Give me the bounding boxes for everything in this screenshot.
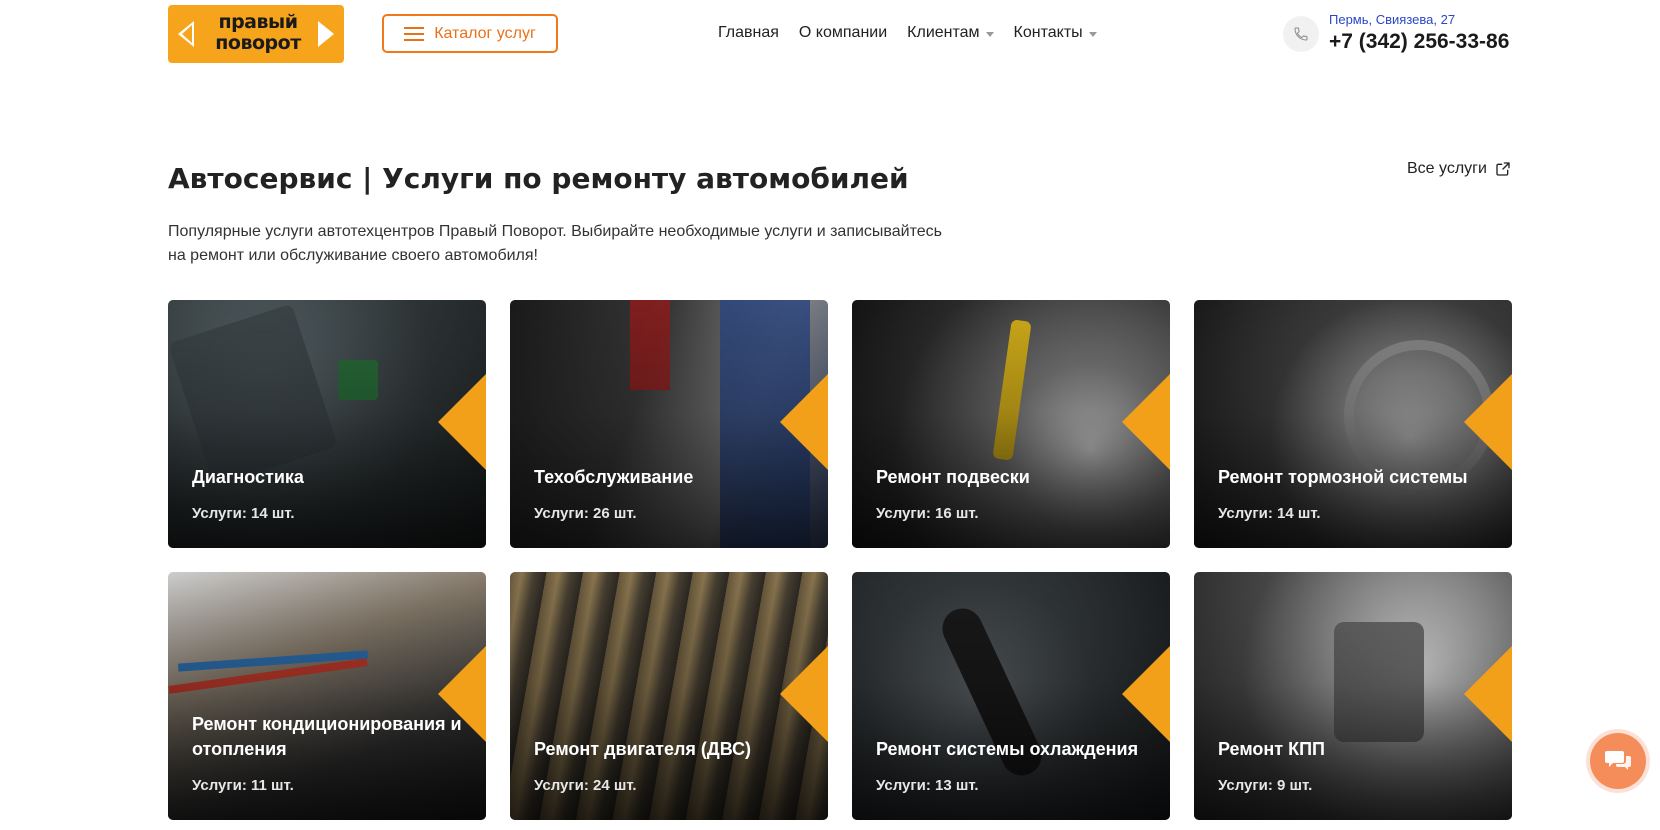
all-services-link[interactable]: Все услуги bbox=[1407, 160, 1511, 178]
card-title: Диагностика bbox=[192, 467, 304, 487]
service-card-cooling[interactable]: Ремонт системы охлаждения Услуги: 13 шт. bbox=[852, 572, 1170, 820]
page-title: Автосервис | Услуги по ремонту автомобил… bbox=[168, 162, 909, 195]
site-header: правый поворот Каталог услуг Главная О к… bbox=[0, 0, 1660, 70]
section-description: Популярные услуги автотехцентров Правый … bbox=[168, 223, 942, 264]
caret-down-icon bbox=[985, 31, 994, 37]
card-count: Услуги: 16 шт. bbox=[876, 505, 979, 522]
nav-label: Контакты bbox=[1013, 24, 1083, 41]
phone-icon[interactable] bbox=[1283, 16, 1319, 52]
card-count: Услуги: 9 шт. bbox=[1218, 777, 1313, 794]
card-count: Услуги: 13 шт. bbox=[876, 777, 979, 794]
external-link-icon bbox=[1496, 162, 1510, 176]
card-title: Ремонт КПП bbox=[1218, 739, 1325, 759]
phone-number[interactable]: +7 (342) 256-33-86 bbox=[1329, 30, 1509, 54]
service-card-engine[interactable]: Ремонт двигателя (ДВС) Услуги: 24 шт. bbox=[510, 572, 828, 820]
card-title: Техобслуживание bbox=[534, 467, 694, 487]
nav-item-contacts[interactable]: Контакты bbox=[1014, 24, 1097, 42]
main-nav: Главная О компании Клиентам Контакты bbox=[718, 24, 1097, 42]
card-title: Ремонт системы охлаждения bbox=[876, 739, 1139, 759]
card-title: Ремонт подвески bbox=[876, 467, 1030, 487]
service-card-suspension[interactable]: Ремонт подвески Услуги: 16 шт. bbox=[852, 300, 1170, 548]
nav-label: Главная bbox=[718, 24, 779, 41]
logo-right-arrow-icon bbox=[318, 21, 334, 47]
chat-icon bbox=[1605, 751, 1631, 770]
catalog-button-label: Каталог услуг bbox=[434, 24, 536, 42]
all-services-label: Все услуги bbox=[1407, 160, 1487, 177]
card-count: Услуги: 14 шт. bbox=[192, 505, 295, 522]
card-count: Услуги: 24 шт. bbox=[534, 777, 637, 794]
card-count: Услуги: 11 шт. bbox=[192, 777, 294, 794]
service-card-gearbox[interactable]: Ремонт КПП Услуги: 9 шт. bbox=[1194, 572, 1512, 820]
address[interactable]: Пермь, Свиязева, 27 bbox=[1329, 12, 1455, 27]
service-card-diagnostics[interactable]: Диагностика Услуги: 14 шт. bbox=[168, 300, 486, 548]
card-title: Ремонт кондиционирования и отопления bbox=[192, 714, 462, 759]
logo[interactable]: правый поворот bbox=[168, 5, 344, 63]
nav-item-about[interactable]: О компании bbox=[799, 24, 887, 42]
card-count: Услуги: 26 шт. bbox=[534, 505, 637, 522]
logo-text: правый поворот bbox=[206, 12, 310, 54]
nav-item-clients[interactable]: Клиентам bbox=[907, 24, 994, 42]
logo-line-1: правый bbox=[218, 11, 298, 33]
nav-label: О компании bbox=[798, 24, 888, 41]
service-card-brakes[interactable]: Ремонт тормозной системы Услуги: 14 шт. bbox=[1194, 300, 1512, 548]
card-title: Ремонт тормозной системы bbox=[1218, 467, 1468, 487]
menu-icon bbox=[404, 26, 425, 41]
nav-label: Клиентам bbox=[907, 24, 980, 41]
card-count: Услуги: 14 шт. bbox=[1218, 505, 1321, 522]
catalog-button[interactable]: Каталог услуг bbox=[382, 14, 558, 53]
logo-left-arrow-icon bbox=[178, 21, 194, 47]
service-card-maintenance[interactable]: Техобслуживание Услуги: 26 шт. bbox=[510, 300, 828, 548]
service-card-air-conditioning[interactable]: Ремонт кондиционирования и отопления Усл… bbox=[168, 572, 486, 820]
nav-item-home[interactable]: Главная bbox=[718, 24, 779, 42]
caret-down-icon bbox=[1088, 31, 1097, 37]
card-title: Ремонт двигателя (ДВС) bbox=[534, 739, 752, 759]
logo-line-2: поворот bbox=[215, 32, 301, 54]
chat-button[interactable] bbox=[1590, 733, 1646, 789]
